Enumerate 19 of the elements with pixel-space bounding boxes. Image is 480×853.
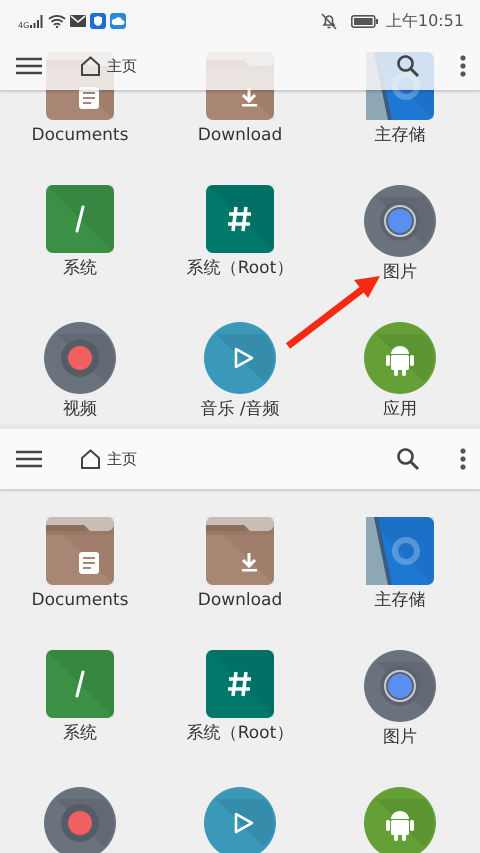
- tile-label: 系统（Root）: [186, 257, 294, 279]
- tile-label: 主存储: [374, 124, 426, 146]
- clock-time: 上午10:51: [386, 10, 464, 32]
- tile-label: 音乐 /音频: [200, 398, 280, 420]
- tile-label: 主存储: [374, 589, 426, 611]
- network-type: 4G: [18, 20, 30, 30]
- tile-label: 系统: [63, 722, 97, 744]
- tile-label: 系统（Root）: [186, 722, 294, 744]
- tile-label: 系统: [63, 257, 97, 279]
- breadcrumb-title: 主页: [107, 450, 137, 468]
- tile-label: 视频: [63, 398, 97, 420]
- tile-label: 应用: [383, 398, 417, 420]
- tile-label: Documents: [32, 124, 128, 146]
- breadcrumb-title: 主页: [107, 56, 137, 76]
- tile-label: Documents: [32, 589, 128, 611]
- tile-label: Download: [198, 124, 282, 146]
- tile-label: 图片: [383, 261, 417, 283]
- tile-label: Download: [198, 589, 282, 611]
- tile-label: 图片: [383, 726, 417, 748]
